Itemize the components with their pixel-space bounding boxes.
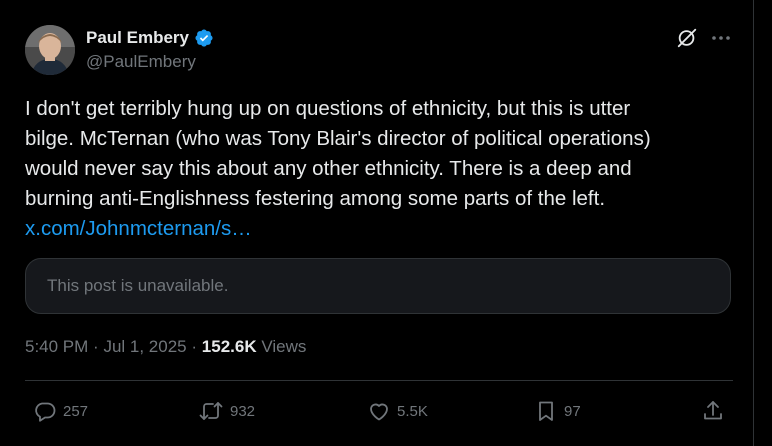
like-icon: [370, 403, 388, 421]
views-count: 152.6K: [201, 337, 257, 356]
share-icon: [704, 401, 722, 420]
post-time[interactable]: 5:40 PM: [25, 337, 88, 356]
author-name-row[interactable]: Paul Embery: [86, 28, 214, 48]
views-label: Views: [261, 337, 307, 356]
like-button[interactable]: 5.5K: [367, 396, 428, 426]
reply-icon: [35, 402, 56, 422]
like-count: 5.5K: [397, 402, 428, 420]
avatar-image: [25, 25, 75, 75]
repost-button[interactable]: 932: [198, 396, 255, 426]
bookmark-button[interactable]: 97: [534, 396, 581, 426]
post-text-line: would never say this about any other eth…: [25, 157, 632, 180]
reply-count: 257: [63, 402, 89, 420]
post-text-line: I don't get terribly hung up on question…: [25, 97, 631, 120]
actions-divider: [25, 380, 733, 381]
action-bar: 257 932 5.5K 97: [25, 396, 733, 426]
reply-button[interactable]: 257: [33, 396, 88, 426]
post-text-line: bilge. McTernan (who was Tony Blair's di…: [25, 127, 651, 150]
verified-badge-icon[interactable]: [194, 28, 214, 48]
repost-icon: [199, 402, 223, 420]
post-text-line: burning anti-Englishness festering among…: [25, 187, 606, 210]
post: Paul Embery @PaulEmbery I don't get terr…: [0, 0, 753, 446]
grok-icon[interactable]: [676, 27, 698, 49]
quote-unavailable-text: This post is unavailable.: [47, 276, 229, 295]
quoted-post-unavailable: This post is unavailable.: [25, 258, 731, 314]
avatar[interactable]: [25, 25, 75, 75]
post-meta: 5:40 PM · Jul 1, 2025 · 152.6K Views: [25, 337, 306, 357]
post-link[interactable]: x.com/Johnmcternan/s…: [25, 214, 252, 244]
post-text: I don't get terribly hung up on question…: [25, 94, 740, 214]
author-handle[interactable]: @PaulEmbery: [86, 52, 196, 72]
bookmark-count: 97: [564, 402, 581, 420]
meta-separator: ·: [93, 337, 99, 356]
repost-count: 932: [230, 402, 256, 420]
meta-separator: ·: [191, 337, 198, 356]
share-button[interactable]: [701, 396, 725, 426]
bookmark-icon: [539, 401, 553, 421]
author-name[interactable]: Paul Embery: [86, 28, 189, 48]
column-border: [753, 0, 754, 446]
more-icon[interactable]: [709, 26, 733, 50]
post-date[interactable]: Jul 1, 2025: [103, 337, 186, 356]
